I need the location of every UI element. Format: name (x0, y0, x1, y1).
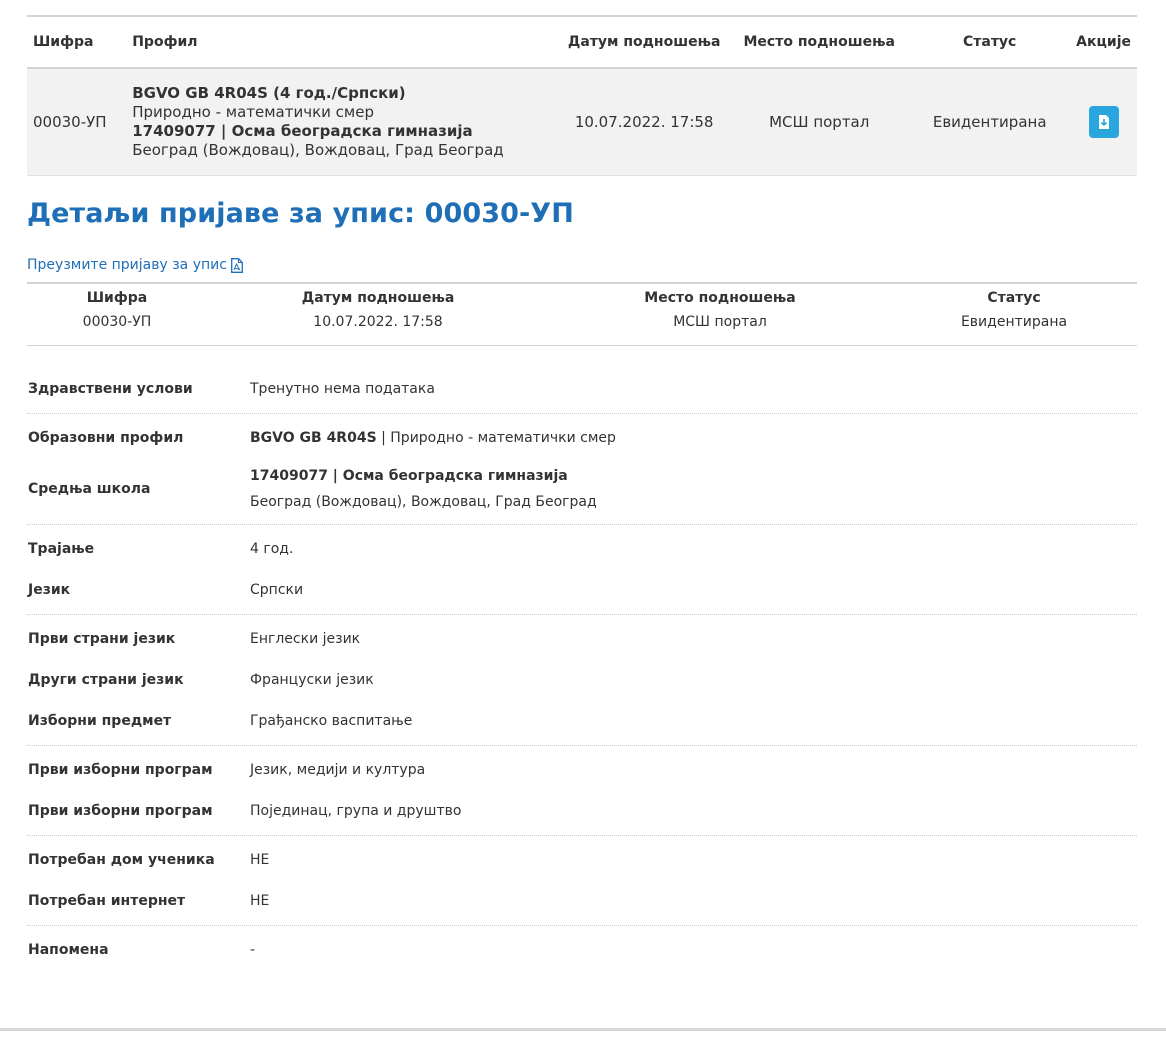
detail-label: Језик (28, 581, 71, 598)
detail-label: Први изборни програм (28, 761, 213, 778)
file-download-icon (1098, 115, 1109, 129)
school-line-2: Београд (Вождовац), Вождовац, Град Беогр… (250, 494, 597, 510)
detail-value: НЕ (250, 892, 270, 909)
row-status: Евидентирана (909, 68, 1071, 176)
detail-row-internet: Потребан интернет НЕ (27, 880, 1137, 921)
table-row: 00030-УП BGVO GB 4R04S (4 год./Српски) П… (27, 68, 1137, 176)
detail-group-profile: Образовни профил BGVO GB 4R04S | Природн… (27, 414, 1137, 525)
col-place-header: Место подношења (729, 16, 910, 69)
applications-table-container: Шифра Профил Датум подношења Место подно… (27, 15, 1137, 176)
detail-label: Први изборни програм (28, 802, 213, 819)
detail-value: - (250, 941, 256, 958)
row-place: МСШ портал (729, 68, 910, 176)
summary-value-row: 00030-УП 10.07.2022. 17:58 МСШ портал Ев… (27, 312, 1137, 346)
detail-row-program-1: Први изборни програм Језик, медији и кул… (27, 749, 1137, 790)
detail-label: Средња школа (28, 481, 151, 497)
detail-value: Енглески језик (250, 630, 361, 647)
application-details: Здравствени услови Тренутно нема податак… (27, 365, 1137, 974)
detail-row-program-2: Први изборни програм Појединац, група и … (27, 790, 1137, 831)
profile-line-2: Природно - математички смер (132, 103, 374, 121)
detail-group-duration: Трајање 4 год. Језик Српски (27, 525, 1137, 615)
detail-value: Тренутно нема података (250, 380, 435, 397)
col-code-header: Шифра (27, 16, 127, 69)
profile-separator: | (376, 429, 391, 446)
detail-label: Напомена (28, 941, 109, 958)
detail-label: Изборни предмет (28, 712, 172, 729)
detail-value: Грађанско васпитање (250, 712, 413, 729)
detail-row-dorm: Потребан дом ученика НЕ (27, 839, 1137, 880)
detail-value: Српски (250, 581, 304, 598)
detail-value: НЕ (250, 851, 270, 868)
detail-group-programs: Први изборни програм Језик, медији и кул… (27, 746, 1137, 836)
detail-value: 17409077 | Осма београдска гимназија Бео… (250, 463, 597, 515)
summary-date: 10.07.2022. 17:58 (313, 314, 443, 330)
row-date: 10.07.2022. 17:58 (559, 68, 730, 176)
school-line-1: 17409077 | Осма београдска гимназија (250, 468, 568, 484)
details-title: Детаљи пријаве за упис: 00030-УП (27, 198, 574, 229)
summary-code: 00030-УП (82, 314, 152, 330)
detail-row-school: Средња школа 17409077 | Осма београдска … (27, 458, 1137, 520)
detail-label: Други страни језик (28, 671, 184, 688)
detail-label: Потребан интернет (28, 892, 186, 909)
summary-place: МСШ портал (673, 314, 767, 330)
row-profile: BGVO GB 4R04S (4 год./Српски) Природно -… (126, 68, 560, 176)
footer-divider (0, 1028, 1166, 1031)
col-actions-header: Акције (1070, 16, 1137, 69)
detail-row-foreign-1: Први страни језик Енглески језик (27, 618, 1137, 659)
detail-value: BGVO GB 4R04S | Природно - математички с… (250, 425, 616, 451)
detail-row-health: Здравствени услови Тренутно нема податак… (27, 368, 1137, 409)
applications-table: Шифра Профил Датум подношења Место подно… (27, 15, 1137, 176)
detail-value: Језик, медији и култура (250, 761, 426, 778)
detail-value: 4 год. (250, 540, 294, 557)
detail-row-profile: Образовни профил BGVO GB 4R04S | Природн… (27, 417, 1137, 458)
detail-row-duration: Трајање 4 год. (27, 528, 1137, 569)
col-status-header: Статус (909, 16, 1071, 69)
detail-label: Трајање (28, 540, 95, 557)
summary-place-header: Место подношења (644, 290, 796, 306)
download-pdf-link-label: Преузмите пријаву за упис (27, 257, 227, 273)
table-header-row: Шифра Профил Датум подношења Место подно… (27, 16, 1137, 69)
detail-row-note: Напомена - (27, 929, 1137, 970)
summary-status: Евидентирана (960, 314, 1068, 330)
detail-label: Образовни профил (28, 429, 184, 446)
detail-row-elective: Изборни предмет Грађанско васпитање (27, 700, 1137, 741)
summary-code-header: Шифра (86, 290, 148, 306)
pdf-file-icon (230, 257, 243, 273)
detail-value: Француски језик (250, 671, 374, 688)
col-profile-header: Профил (126, 16, 560, 69)
download-application-button[interactable] (1088, 106, 1119, 138)
detail-group-health: Здравствени услови Тренутно нема податак… (27, 365, 1137, 414)
col-date-header: Датум подношења (559, 16, 730, 69)
detail-label: Први страни језик (28, 630, 176, 647)
row-code: 00030-УП (27, 68, 127, 176)
detail-label: Потребан дом ученика (28, 851, 215, 868)
profile-line-1: BGVO GB 4R04S (4 год./Српски) (132, 84, 406, 102)
detail-value: Појединац, група и друштво (250, 802, 462, 819)
summary-table: Шифра Датум подношења Место подношења Ст… (27, 282, 1137, 346)
detail-group-needs: Потребан дом ученика НЕ Потребан интерне… (27, 836, 1137, 926)
detail-group-note: Напомена - (27, 926, 1137, 974)
summary-date-header: Датум подношења (301, 290, 455, 306)
download-pdf-link[interactable]: Преузмите пријаву за упис (27, 257, 243, 273)
detail-row-language: Језик Српски (27, 569, 1137, 610)
profile-name: Природно - математички смер (390, 429, 616, 446)
detail-group-languages: Први страни језик Енглески језик Други с… (27, 615, 1137, 746)
detail-label: Здравствени услови (28, 380, 193, 397)
detail-row-foreign-2: Други страни језик Француски језик (27, 659, 1137, 700)
summary-status-header: Статус (987, 290, 1041, 306)
profile-line-3: 17409077 | Осма београдска гимназија (132, 122, 473, 140)
summary-header-row: Шифра Датум подношења Место подношења Ст… (27, 283, 1137, 312)
profile-line-4: Београд (Вождовац), Вождовац, Град Беогр… (132, 141, 504, 159)
profile-code: BGVO GB 4R04S (250, 429, 377, 446)
row-actions (1070, 68, 1137, 176)
